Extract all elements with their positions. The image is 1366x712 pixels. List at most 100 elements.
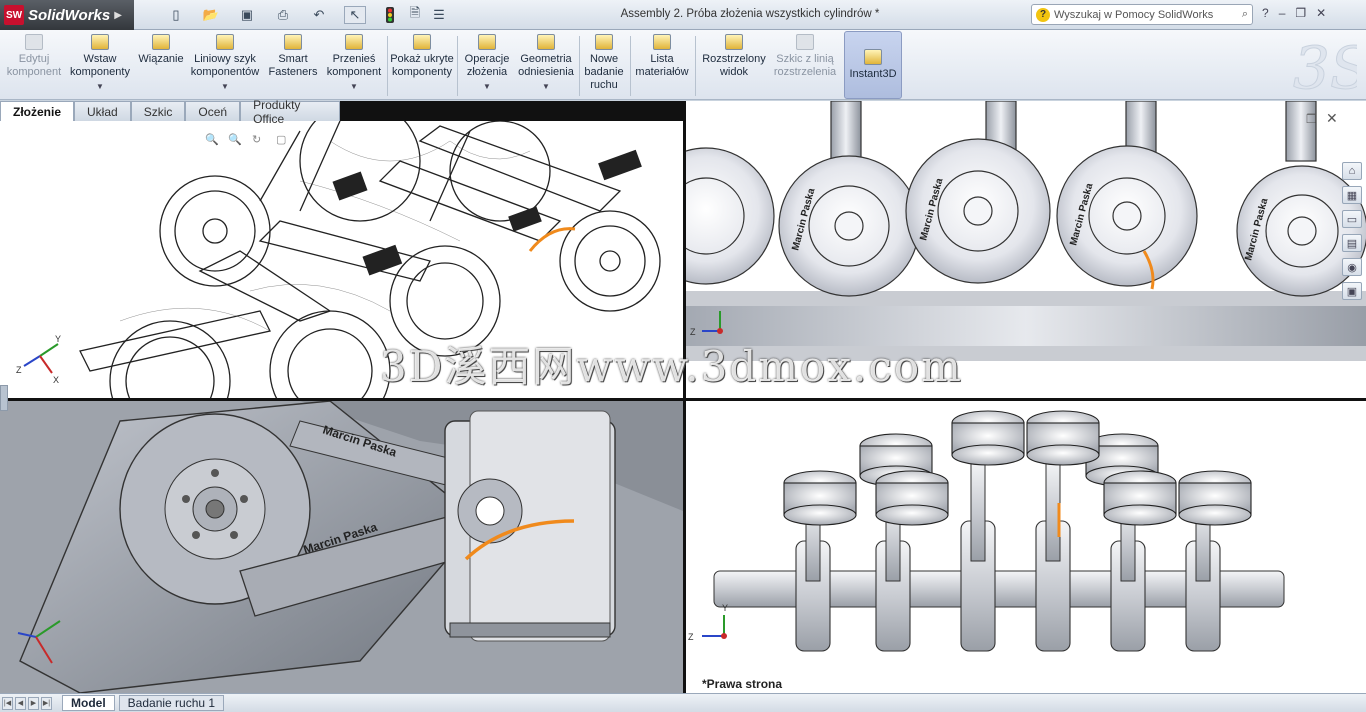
dropdown-arrow-icon[interactable]: ▼ [542,80,550,93]
move-component-button[interactable]: Przenieś komponent ▼ [322,34,386,98]
print-icon[interactable]: ⎙ [272,6,294,24]
resources-home-icon[interactable]: ⌂ [1342,162,1362,180]
bill-of-materials-button[interactable]: Lista materiałów [632,34,692,98]
prev-tab-icon[interactable]: ◀ [15,696,26,710]
svg-text:▢: ▢ [276,134,286,146]
engine-right-side-view: YZ [688,410,1285,652]
insert-components-button[interactable]: Wstaw komponenty ▼ [66,34,134,98]
view-palette-icon[interactable]: ▤ [1342,234,1362,252]
bom-icon [653,34,671,50]
show-hidden-icon [413,34,431,50]
design-library-icon[interactable]: ▦ [1342,186,1362,204]
ribbon-separator [695,36,696,96]
first-tab-icon[interactable]: |◀ [2,696,13,710]
explode-line-icon [796,34,814,50]
new-motion-study-button[interactable]: Nowe badanie ruchu [580,34,628,98]
rebuild-traffic-light-icon[interactable] [381,6,399,24]
svg-text:Y: Y [55,334,61,344]
paperclip-icon [152,34,170,50]
tab-sketch[interactable]: Szkic [130,101,186,121]
file-properties-icon[interactable]: 🗎 [404,5,426,24]
options-icon[interactable]: ☰ [428,6,450,24]
next-tab-icon[interactable]: ▶ [28,696,39,710]
dropdown-arrow-icon[interactable]: ▼ [483,80,491,93]
select-pointer-icon[interactable]: ↖ [344,6,366,24]
move-component-icon [345,34,363,50]
graphics-area[interactable]: 🔍 🔍 ↻ ▢ YZX Marcin Paska Marcin Paska Ma… [0,101,1366,693]
bottom-tab-bar: |◀ ◀ ▶ ▶| Model Badanie ruchu 1 [0,693,1366,712]
explode-line-sketch-button[interactable]: Szkic z linią rozstrzelenia [770,34,840,98]
smart-fasteners-button[interactable]: Smart Fasteners [264,34,322,98]
svg-text:X: X [53,375,59,385]
tab-model[interactable]: Model [62,695,115,711]
assembly-features-button[interactable]: Operacje złożenia ▼ [460,34,514,98]
tab-office-products[interactable]: Produkty Office [240,98,340,126]
custom-properties-icon[interactable]: ▣ [1342,282,1362,300]
minimize-icon[interactable]: – [1279,6,1286,20]
dropdown-arrow-icon[interactable]: ▼ [350,80,358,93]
search-placeholder: Wyszukaj w Pomocy SolidWorks [1054,8,1214,21]
motion-study-icon [595,34,613,50]
viewport-bottom-left[interactable]: Marcin Paska Marcin Paska [0,401,683,693]
edit-component-icon [25,34,43,50]
help-icon[interactable]: ? [1262,6,1269,20]
crank-closeup-view: Marcin Paska Marcin Paska [0,401,683,693]
show-hidden-components-button[interactable]: Pokaż ukryte komponenty [390,34,454,98]
instant3d-icon [864,49,882,65]
viewport-bottom-right[interactable]: YZ *Prawa strona [686,401,1366,693]
dropdown-arrow-icon[interactable]: ▼ [221,80,229,93]
svg-text:Z: Z [16,365,22,375]
tab-layout[interactable]: Układ [74,101,131,121]
sw-logo-badge: SW [4,5,24,25]
tab-evaluate[interactable]: Oceń [185,101,241,121]
exploded-view-button[interactable]: Rozstrzelony widok [698,34,770,98]
brand-name: SolidWorks [28,6,111,24]
svg-text:3S: 3S [1293,34,1357,98]
ribbon-separator [457,36,458,96]
exploded-view-icon [725,34,743,50]
new-document-icon[interactable]: ▯ [165,6,187,24]
mate-button[interactable]: Wiązanie [136,34,186,98]
triad-axis-icon: YZ [688,603,728,642]
fastener-icon [284,34,302,50]
view-orientation-label: *Prawa strona [702,677,783,691]
close-icon[interactable]: ✕ [1316,6,1326,20]
dropdown-arrow-icon[interactable]: ▼ [96,80,104,93]
appearances-icon[interactable]: ◉ [1342,258,1362,276]
undo-icon[interactable]: ↶ [308,6,330,24]
reference-geometry-button[interactable]: Geometria odniesienia ▼ [514,34,578,98]
search-icon[interactable]: ⌕ [1242,8,1248,21]
svg-text:🔍: 🔍 [228,132,242,146]
document-title: Assembly 2. Próba złożenia wszystkich cy… [620,8,880,20]
view-heads-up-toolbar[interactable]: 🔍 🔍 ↻ ▢ [205,132,286,146]
solidworks-logo[interactable]: SW SolidWorks ▶ [0,0,134,30]
command-manager-ribbon: Edytuj komponent Wstaw komponenty ▼ Wiąza… [0,30,1366,100]
instant3d-toggle[interactable]: Instant3D [844,31,902,99]
help-question-icon: ? [1036,7,1050,22]
reference-geometry-icon [537,34,555,50]
tab-motion-study-1[interactable]: Badanie ruchu 1 [118,695,225,711]
task-pane: ⌂ ▦ ▭ ▤ ◉ ▣ [1342,162,1366,300]
edit-component-button[interactable]: Edytuj komponent [2,34,66,98]
help-search-input[interactable]: ? Wyszukaj w Pomocy SolidWorks ⌕ [1031,4,1253,25]
window-controls: ? – ❐ ✕ [1262,6,1326,20]
file-explorer-icon[interactable]: ▭ [1342,210,1362,228]
save-icon[interactable]: ▣ [236,6,258,24]
svg-text:🔍: 🔍 [205,132,219,146]
menu-arrow-icon[interactable]: ▶ [114,10,122,21]
last-tab-icon[interactable]: ▶| [41,696,52,710]
linear-pattern-button[interactable]: Liniowy szyk komponentów ▼ [188,34,262,98]
title-bar: SW SolidWorks ▶ ▯ 📂 ▣ ⎙ ↶ ↖ 🗎 ☰ Assembly… [0,0,1366,30]
triad-axis-icon: Y Z X [16,334,61,385]
svg-text:Y: Y [722,603,728,613]
assembly-features-icon [478,34,496,50]
tab-assembly[interactable]: Złożenie [0,101,75,121]
restore-icon[interactable]: ❐ [1295,6,1306,20]
viewport-restore-icon[interactable]: ❐ [1306,112,1317,126]
open-folder-icon[interactable]: 📂 [200,6,222,24]
feature-tree-splitter[interactable] [0,385,8,411]
svg-text:Z: Z [688,632,694,642]
viewport-close-icon[interactable]: ✕ [1326,110,1338,126]
site-watermark: 3D溪西网www.3dmox.com [380,342,964,391]
svg-text:↻: ↻ [252,134,261,146]
